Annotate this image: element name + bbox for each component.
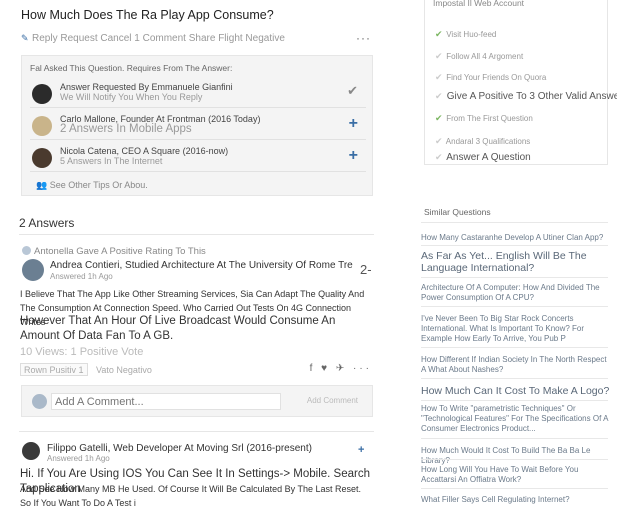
similar-question-link[interactable]: How Many Castaranhe Develop A Utiner Cla… xyxy=(421,233,611,243)
answer-requests-panel: Fal Asked This Question. Requires From T… xyxy=(21,55,373,196)
similar-question-link[interactable]: How Long Will You Have To Wait Before Yo… xyxy=(421,465,611,485)
request-row: Carlo Mallone, Founder At Frontman (2016… xyxy=(30,112,366,140)
answer-score: 2- xyxy=(360,262,372,277)
request-sub: We Will Notify You When You Reply xyxy=(60,92,203,102)
similar-question-link[interactable]: Architecture Of A Computer: How And Divi… xyxy=(421,283,611,303)
downvote-button[interactable]: Vato Negativo xyxy=(96,365,152,375)
setup-item-label[interactable]: Follow All 4 Argoment xyxy=(446,52,523,61)
setup-item[interactable]: ✔ From The First Question xyxy=(435,113,533,124)
request-sub: 5 Answers In The Internet xyxy=(60,156,163,166)
account-setup-panel: Impostal Il Web Account ✔ Visit Huo-feed… xyxy=(424,0,617,165)
follow-user-icon[interactable]: + xyxy=(358,444,364,456)
avatar xyxy=(32,148,52,168)
divider xyxy=(421,277,608,278)
people-icon: 👥 xyxy=(36,180,48,190)
setup-item-label[interactable]: Find Your Friends On Quora xyxy=(446,73,546,82)
share-icons[interactable]: f ♥ ✈ ··· xyxy=(310,363,372,374)
setup-item[interactable]: ✔ Visit Huo-feed xyxy=(435,29,496,40)
request-row: Answer Requested By Emmanuele Gianfini W… xyxy=(30,80,366,108)
avatar xyxy=(32,394,47,409)
answer-text: And See How Many MB He Used. Of Course I… xyxy=(20,484,361,508)
answer-text-highlight: However That An Hour Of Live Broadcast W… xyxy=(20,315,336,342)
similar-question-link[interactable]: How Much Can It Cost To Make A Logo? xyxy=(421,385,611,397)
divider xyxy=(19,431,374,432)
check-icon: ✔ xyxy=(435,51,443,61)
request-row: Nicola Catena, CEO A Square (2016-now) 5… xyxy=(30,144,366,172)
comment-input[interactable] xyxy=(51,393,281,410)
check-icon: ✔ xyxy=(435,91,443,101)
question-actions-label[interactable]: Reply Request Cancel 1 Comment Share Fli… xyxy=(32,33,285,44)
setup-item[interactable]: ✔ Follow All 4 Argoment xyxy=(435,51,523,62)
divider xyxy=(421,245,608,246)
avatar xyxy=(32,116,52,136)
answer-time: Answered 1h Ago xyxy=(50,272,113,281)
divider xyxy=(421,488,608,489)
vote-bar: Rown Pusitiv 1 Vato Negativo f ♥ ✈ ··· xyxy=(20,363,374,377)
setup-item-label[interactable]: Give A Positive To 3 Other Valid Answers xyxy=(447,91,617,102)
upvote-button[interactable]: Rown Pusitiv 1 xyxy=(20,363,88,376)
similar-question-link[interactable]: I've Never Been To Big Star Rock Concert… xyxy=(421,314,611,344)
upvote-line: Antonella Gave A Positive Rating To This xyxy=(22,246,206,257)
check-icon[interactable]: ✔ xyxy=(347,83,358,99)
divider xyxy=(421,347,608,348)
divider xyxy=(19,234,374,235)
similar-question-link[interactable]: What Filler Says Cell Regulating Interne… xyxy=(421,495,611,505)
check-icon: ✔ xyxy=(435,136,443,146)
avatar[interactable] xyxy=(22,442,40,460)
request-sub: 2 Answers In Mobile Apps xyxy=(60,123,192,135)
answer-time: Answered 1h Ago xyxy=(47,454,110,463)
pencil-icon: ✎ xyxy=(21,33,29,43)
similar-question-link[interactable]: How Different If Indian Society In The N… xyxy=(421,355,611,375)
setup-item-label[interactable]: Visit Huo-feed xyxy=(446,30,496,39)
answer-author[interactable]: Filippo Gatelli, Web Developer At Moving… xyxy=(47,443,312,454)
request-name[interactable]: Answer Requested By Emmanuele Gianfini xyxy=(60,82,233,92)
check-icon: ✔ xyxy=(435,113,443,123)
setup-item[interactable]: ✔ Answer A Question xyxy=(435,152,531,163)
divider xyxy=(421,438,608,439)
divider xyxy=(421,306,608,307)
similar-question-link[interactable]: As Far As Yet... English Will Be The Lan… xyxy=(421,250,611,274)
question-action-bar[interactable]: ✎ Reply Request Cancel 1 Comment Share Fl… xyxy=(21,31,373,49)
divider xyxy=(421,378,608,379)
comment-box: Add Comment xyxy=(21,385,373,417)
add-comment-button[interactable]: Add Comment xyxy=(307,396,358,405)
check-icon: ✔ xyxy=(435,152,443,162)
answers-count-title: 2 Answers xyxy=(19,216,75,230)
check-icon: ✔ xyxy=(435,29,443,39)
setup-item[interactable]: ✔ Find Your Friends On Quora xyxy=(435,72,546,83)
answer-author[interactable]: Andrea Contieri, Studied Architecture At… xyxy=(50,260,353,271)
setup-item-label[interactable]: Andaral 3 Qualifications xyxy=(446,137,531,146)
user-icon xyxy=(22,246,31,255)
avatar xyxy=(32,84,52,104)
setup-item-label[interactable]: From The First Question xyxy=(446,114,533,123)
setup-item[interactable]: ✔ Give A Positive To 3 Other Valid Answe… xyxy=(435,91,617,102)
divider xyxy=(421,222,608,223)
similar-question-link[interactable]: How To Write "parametristic Techniques" … xyxy=(421,404,611,434)
see-other-tips-label[interactable]: See Other Tips Or Abou. xyxy=(50,180,148,190)
request-name[interactable]: Nicola Catena, CEO A Square (2016-now) xyxy=(60,146,228,156)
more-options-icon[interactable]: ··· xyxy=(356,31,371,45)
request-add-icon[interactable]: + xyxy=(349,147,358,165)
request-add-icon[interactable]: + xyxy=(349,115,358,133)
setup-item-label[interactable]: Answer A Question xyxy=(446,152,531,163)
check-icon: ✔ xyxy=(435,72,443,82)
setup-heading: Impostal Il Web Account xyxy=(433,0,525,8)
divider xyxy=(421,400,608,401)
divider xyxy=(421,459,608,460)
avatar[interactable] xyxy=(22,259,44,281)
setup-item[interactable]: ✔ Andaral 3 Qualifications xyxy=(435,136,530,147)
views-count: 10 Views: 1 Positive Vote xyxy=(20,346,144,358)
question-title: How Much Does The Ra Play App Consume? xyxy=(21,8,274,22)
see-other-tips-link[interactable]: 👥 See Other Tips Or Abou. xyxy=(36,180,148,191)
requests-heading: Fal Asked This Question. Requires From T… xyxy=(30,63,233,73)
similar-question-link[interactable]: How Much Would It Cost To Build The Ba B… xyxy=(421,446,611,466)
similar-questions-title: Similar Questions xyxy=(424,207,491,217)
upvote-text[interactable]: Antonella Gave A Positive Rating To This xyxy=(34,246,206,257)
